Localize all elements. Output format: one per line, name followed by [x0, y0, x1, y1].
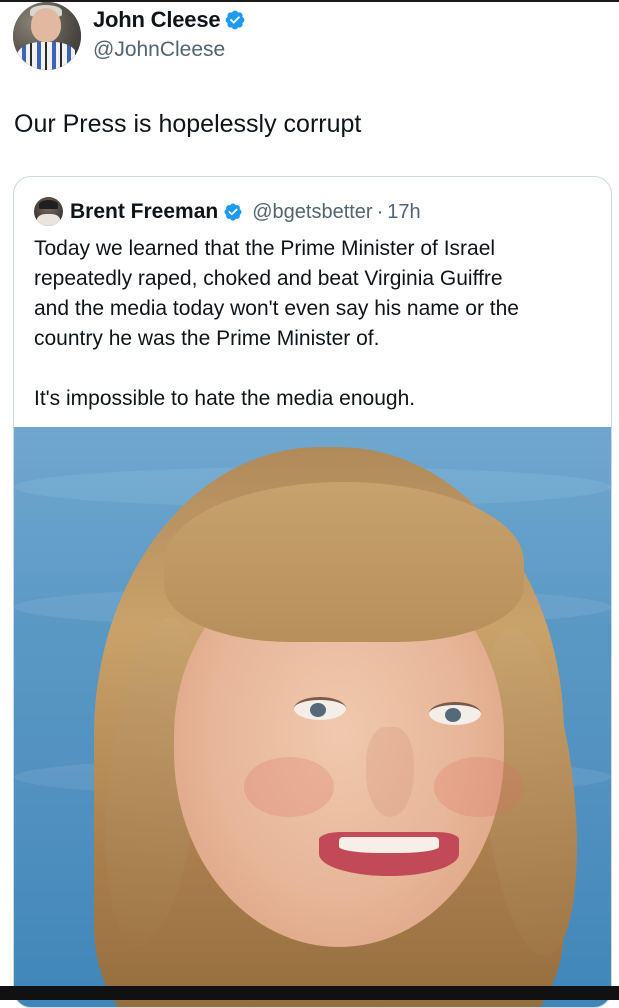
photo-cheek: [244, 757, 334, 817]
photo-eye: [294, 697, 346, 720]
avatar-cap: [39, 200, 58, 209]
author-handle[interactable]: @JohnCleese: [93, 38, 225, 62]
quoted-author-handle[interactable]: @bgetsbetter: [252, 201, 372, 224]
quoted-post-header: Brent Freeman @bgetsbetter · 17h: [70, 199, 421, 225]
verified-badge-icon: [224, 203, 242, 221]
avatar-body: [37, 214, 60, 226]
quoted-author-name[interactable]: Brent Freeman: [70, 200, 218, 224]
author-avatar[interactable]: [13, 2, 81, 70]
verified-badge-icon: [226, 10, 245, 30]
quoted-post-card[interactable]: Brent Freeman @bgetsbetter · 17h Today w…: [13, 176, 612, 1008]
quoted-text-line: repeatedly raped, choked and beat Virgin…: [34, 267, 503, 290]
photo-cheek: [434, 757, 524, 817]
avatar-face: [31, 8, 61, 42]
quoted-post-text: Today we learned that the Prime Minister…: [34, 234, 599, 414]
avatar-shirt: [17, 42, 77, 70]
quoted-author-avatar[interactable]: [34, 197, 63, 226]
top-edge-rule: [0, 0, 619, 2]
separator-dot: ·: [376, 200, 384, 223]
photo-teeth: [339, 837, 439, 853]
photo-eye: [429, 702, 481, 725]
quoted-post-photo[interactable]: [14, 427, 611, 1007]
bottom-edge-rule: [0, 986, 619, 1000]
photo-fringe: [164, 482, 524, 642]
photo-nose: [366, 727, 414, 817]
post-timestamp[interactable]: 17h: [387, 201, 420, 224]
quoted-text-line: country he was the Prime Minister of.: [34, 327, 380, 350]
author-name-row[interactable]: John Cleese: [93, 7, 246, 33]
quoted-text-line: and the media today won't even say his n…: [34, 297, 519, 320]
quoted-text-closing: It's impossible to hate the media enough…: [34, 387, 416, 410]
quoted-text-line: Today we learned that the Prime Minister…: [34, 237, 496, 260]
post-text: Our Press is hopelessly corrupt: [14, 110, 362, 138]
author-name[interactable]: John Cleese: [93, 7, 221, 33]
